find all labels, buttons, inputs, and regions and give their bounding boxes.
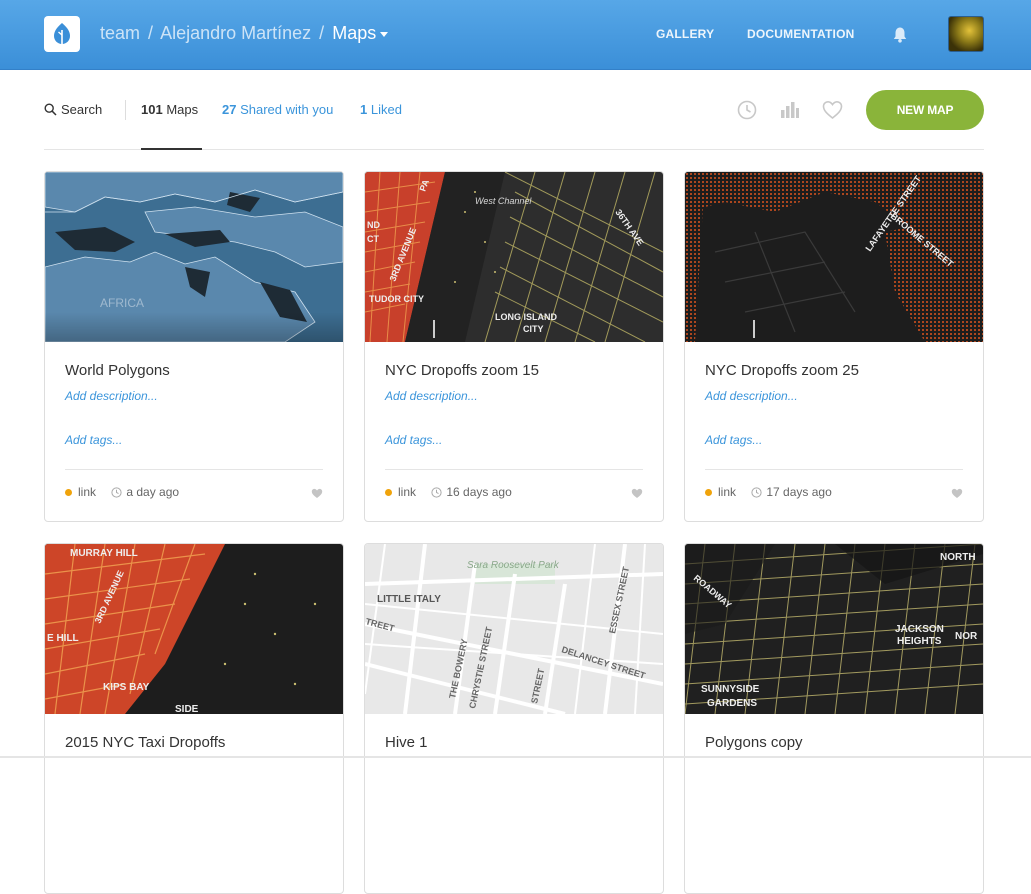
tab-maps[interactable]: 101 Maps xyxy=(141,102,198,117)
breadcrumb-separator: / xyxy=(148,23,154,43)
maps-count: 101 xyxy=(141,102,163,117)
map-label: LITTLE ITALY xyxy=(377,594,441,605)
breadcrumb-user[interactable]: Alejandro Martínez xyxy=(160,23,311,43)
map-label: GARDENS xyxy=(707,698,757,709)
privacy-label[interactable]: link xyxy=(718,485,736,499)
breadcrumb-current-label: Maps xyxy=(332,23,377,43)
add-tags-link[interactable]: Add tags... xyxy=(385,433,442,447)
add-description-link[interactable]: Add description... xyxy=(385,389,478,403)
map-label: SIDE xyxy=(175,704,199,714)
privacy-label[interactable]: link xyxy=(398,485,416,499)
add-description-link[interactable]: Add description... xyxy=(705,389,798,403)
tab-liked[interactable]: 1 Liked xyxy=(360,102,402,117)
bar-chart-icon[interactable] xyxy=(780,100,800,125)
clock-icon[interactable] xyxy=(737,100,757,125)
map-label: CT xyxy=(367,234,379,244)
card-divider xyxy=(385,469,643,470)
like-heart-icon[interactable] xyxy=(951,486,963,504)
map-thumbnail[interactable]: ROADWAY NORTH JACKSON HEIGHTS NOR SUNNYS… xyxy=(685,544,983,714)
map-label: TUDOR CITY xyxy=(369,294,424,304)
map-label: LONG ISLAND xyxy=(495,312,557,322)
new-map-button[interactable]: NEW MAP xyxy=(866,90,984,130)
carto-logo-icon[interactable] xyxy=(44,16,80,52)
breadcrumb: team / Alejandro Martínez / Maps xyxy=(100,23,389,44)
card-title[interactable]: NYC Dropoffs zoom 25 xyxy=(705,362,859,379)
map-label: CITY xyxy=(523,324,544,334)
privacy-dot-icon xyxy=(385,489,392,496)
map-label: SUNNYSIDE xyxy=(701,684,760,695)
breadcrumb-separator: / xyxy=(319,23,325,43)
shared-label: Shared with you xyxy=(236,102,334,117)
map-label: HEIGHTS xyxy=(897,636,942,647)
privacy-dot-icon xyxy=(705,489,712,496)
map-label: AFRICA xyxy=(100,296,144,310)
nav-documentation-link[interactable]: DOCUMENTATION xyxy=(747,27,854,41)
card-meta: link a day ago xyxy=(65,485,179,499)
card-meta: link 17 days ago xyxy=(705,485,832,499)
map-thumbnail[interactable]: LAFAYETTE STREET BROOME STREET xyxy=(685,172,983,342)
map-card[interactable]: AFRICA World Polygons Add description...… xyxy=(44,171,344,522)
updated-label: 16 days ago xyxy=(446,485,512,499)
add-tags-link[interactable]: Add tags... xyxy=(705,433,762,447)
active-tab-indicator xyxy=(141,148,202,150)
search-label: Search xyxy=(61,102,103,117)
card-divider xyxy=(705,469,963,470)
tab-shared[interactable]: 27 Shared with you xyxy=(222,102,333,117)
like-heart-icon[interactable] xyxy=(631,486,643,504)
clock-icon xyxy=(431,487,442,498)
map-label: ND xyxy=(367,220,380,230)
clock-icon xyxy=(111,487,122,498)
bell-icon[interactable] xyxy=(892,26,908,48)
maps-label: Maps xyxy=(162,102,199,117)
map-card[interactable]: Sara Roosevelt Park LITTLE ITALY THE BOW… xyxy=(364,543,664,894)
card-divider xyxy=(65,469,323,470)
maps-toolbar: Search 101 Maps 27 Shared with you 1 Lik… xyxy=(44,90,984,150)
map-card[interactable]: LAFAYETTE STREET BROOME STREET NYC Dropo… xyxy=(684,171,984,522)
card-meta: link 16 days ago xyxy=(385,485,512,499)
search-icon xyxy=(44,103,57,116)
chevron-down-icon xyxy=(380,31,389,37)
updated-label: a day ago xyxy=(126,485,180,499)
map-thumbnail[interactable]: Sara Roosevelt Park LITTLE ITALY THE BOW… xyxy=(365,544,663,714)
avatar[interactable] xyxy=(948,16,984,52)
search-button[interactable]: Search xyxy=(44,102,102,117)
privacy-label[interactable]: link xyxy=(78,485,96,499)
map-card[interactable]: MURRAY HILL 3RD AVENUE E HILL KIPS BAY S… xyxy=(44,543,344,894)
breadcrumb-team[interactable]: team xyxy=(100,23,140,43)
updated-label: 17 days ago xyxy=(766,485,832,499)
card-title[interactable]: Hive 1 xyxy=(385,734,428,751)
card-title[interactable]: 2015 NYC Taxi Dropoffs xyxy=(65,734,225,751)
like-heart-icon[interactable] xyxy=(311,486,323,504)
breadcrumb-current[interactable]: Maps xyxy=(332,23,389,43)
map-label: MURRAY HILL xyxy=(70,548,138,559)
card-title[interactable]: Polygons copy xyxy=(705,734,803,751)
map-label: KIPS BAY xyxy=(103,682,150,693)
map-card[interactable]: ROADWAY NORTH JACKSON HEIGHTS NOR SUNNYS… xyxy=(684,543,984,894)
card-title[interactable]: NYC Dropoffs zoom 15 xyxy=(385,362,539,379)
map-label: E HILL xyxy=(47,633,79,644)
liked-label: Liked xyxy=(367,102,402,117)
add-tags-link[interactable]: Add tags... xyxy=(65,433,122,447)
card-title[interactable]: World Polygons xyxy=(65,362,170,379)
map-label: JACKSON xyxy=(895,624,944,635)
map-label: NORTH xyxy=(940,552,976,563)
map-thumbnail[interactable]: AFRICA xyxy=(45,172,343,342)
add-description-link[interactable]: Add description... xyxy=(65,389,158,403)
toolbar-divider xyxy=(125,100,126,120)
map-thumbnail[interactable]: West Channel 36TH AVE 3RD AVENUE TUDOR C… xyxy=(365,172,663,342)
privacy-dot-icon xyxy=(65,489,72,496)
map-label: Sara Roosevelt Park xyxy=(467,560,560,571)
nav-gallery-link[interactable]: GALLERY xyxy=(656,27,714,41)
map-thumbnail[interactable]: MURRAY HILL 3RD AVENUE E HILL KIPS BAY S… xyxy=(45,544,343,714)
map-label: NOR xyxy=(955,631,978,642)
map-label: West Channel xyxy=(475,196,532,206)
map-card[interactable]: West Channel 36TH AVE 3RD AVENUE TUDOR C… xyxy=(364,171,664,522)
shared-count: 27 xyxy=(222,102,237,117)
heart-icon[interactable] xyxy=(822,100,843,125)
clock-icon xyxy=(751,487,762,498)
top-bar: team / Alejandro Martínez / Maps GALLERY… xyxy=(0,0,1031,70)
